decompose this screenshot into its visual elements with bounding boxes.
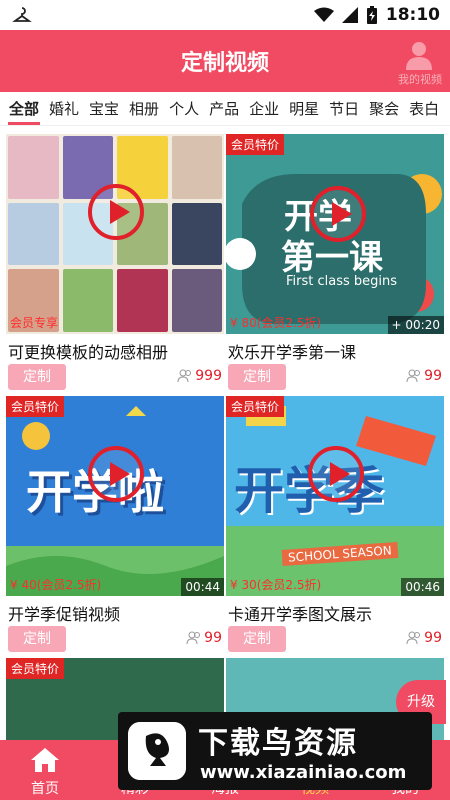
tab-wedding[interactable]: 婚礼 bbox=[48, 96, 80, 122]
member-discount-badge: 会员特价 bbox=[226, 396, 285, 417]
play-icon[interactable] bbox=[88, 184, 144, 240]
nav-home-label: 首页 bbox=[31, 781, 59, 797]
like-count: 99 bbox=[186, 630, 222, 646]
tab-confession[interactable]: 表白 bbox=[408, 96, 440, 122]
price-label: 会员专享 bbox=[10, 316, 59, 330]
card-title: 欢乐开学季第一课 bbox=[228, 343, 357, 362]
clock: 18:10 bbox=[385, 5, 440, 25]
card-title: 卡通开学季图文展示 bbox=[228, 605, 373, 624]
page-title: 定制视频 bbox=[180, 51, 269, 76]
nav-home[interactable]: 首页 bbox=[0, 740, 90, 800]
like-count-value: 999 bbox=[195, 368, 222, 384]
video-thumbnail[interactable]: 开学啦 会员特价 ¥ 40(会员2.5折) 00:44 bbox=[6, 396, 224, 596]
watermark-title: 下载鸟资源 bbox=[198, 726, 358, 761]
thumbnail-subheading: First class begins bbox=[286, 274, 398, 289]
tab-baby[interactable]: 宝宝 bbox=[88, 96, 120, 122]
price-label: ¥ 40(会员2.5折) bbox=[10, 578, 102, 592]
tab-all[interactable]: 全部 bbox=[8, 96, 41, 125]
like-count: 99 bbox=[406, 368, 442, 384]
people-icon bbox=[406, 369, 421, 383]
price-label: ¥ 80(会员2.5折) bbox=[230, 316, 322, 330]
tab-album[interactable]: 相册 bbox=[128, 96, 160, 122]
people-icon bbox=[177, 369, 192, 383]
duration-value: 00:20 bbox=[405, 318, 440, 332]
signal-icon bbox=[341, 7, 358, 23]
play-icon[interactable] bbox=[310, 186, 366, 242]
bird-logo-icon bbox=[128, 722, 186, 780]
play-icon[interactable] bbox=[308, 446, 364, 502]
tab-personal[interactable]: 个人 bbox=[168, 96, 200, 122]
like-count-value: 99 bbox=[424, 630, 442, 646]
tab-party[interactable]: 聚会 bbox=[368, 96, 400, 122]
home-icon bbox=[31, 748, 59, 772]
customize-button[interactable]: 定制 bbox=[8, 364, 66, 390]
duration-label: 00:46 bbox=[401, 578, 444, 596]
hanger-icon bbox=[12, 7, 32, 22]
wifi-icon bbox=[313, 7, 334, 22]
battery-icon bbox=[366, 6, 377, 24]
like-count-value: 99 bbox=[204, 630, 222, 646]
watermark-url: www.xiazainiao.com bbox=[200, 762, 407, 783]
my-videos-label: 我的视频 bbox=[398, 73, 442, 86]
like-count: 999 bbox=[177, 368, 222, 384]
card-title: 开学季促销视频 bbox=[8, 605, 121, 624]
play-icon[interactable] bbox=[88, 446, 144, 502]
tab-festival[interactable]: 节日 bbox=[328, 96, 360, 122]
duration-label: 00:44 bbox=[181, 578, 224, 596]
like-count: 99 bbox=[406, 630, 442, 646]
member-discount-badge: 会员特价 bbox=[6, 396, 65, 417]
tab-enterprise[interactable]: 企业 bbox=[248, 96, 280, 122]
customize-button[interactable]: 定制 bbox=[228, 364, 286, 390]
member-discount-badge: 会员特价 bbox=[6, 658, 65, 679]
people-icon bbox=[186, 631, 201, 645]
people-icon bbox=[406, 631, 421, 645]
watermark-overlay: 下载鸟资源 www.xiazainiao.com bbox=[118, 712, 432, 790]
app-header: 定制视频 我的视频 bbox=[0, 30, 450, 92]
video-thumbnail[interactable]: 开学季 SCHOOL SEASON 会员特价 ¥ 30(会员2.5折) 00:4… bbox=[226, 396, 444, 596]
customize-button[interactable]: 定制 bbox=[228, 626, 286, 652]
card-title: 可更换模板的动感相册 bbox=[8, 343, 169, 362]
my-videos-button[interactable]: 我的视频 bbox=[392, 40, 444, 88]
category-tabs: 全部 婚礼 宝宝 相册 个人 产品 企业 明星 节日 聚会 表白 bbox=[0, 92, 450, 126]
member-discount-badge: 会员特价 bbox=[226, 134, 285, 155]
duration-label: + 00:20 bbox=[387, 316, 444, 334]
video-thumbnail[interactable]: 开学 第一课 First class begins 会员特价 ¥ 80(会员2.… bbox=[226, 134, 444, 334]
status-bar: 18:10 bbox=[0, 0, 450, 30]
price-label: ¥ 30(会员2.5折) bbox=[230, 578, 322, 592]
customize-button[interactable]: 定制 bbox=[8, 626, 66, 652]
tab-product[interactable]: 产品 bbox=[208, 96, 240, 122]
tab-celebrity[interactable]: 明星 bbox=[288, 96, 320, 122]
like-count-value: 99 bbox=[424, 368, 442, 384]
video-thumbnail[interactable]: 会员专享 bbox=[6, 134, 224, 334]
user-icon bbox=[406, 42, 432, 70]
